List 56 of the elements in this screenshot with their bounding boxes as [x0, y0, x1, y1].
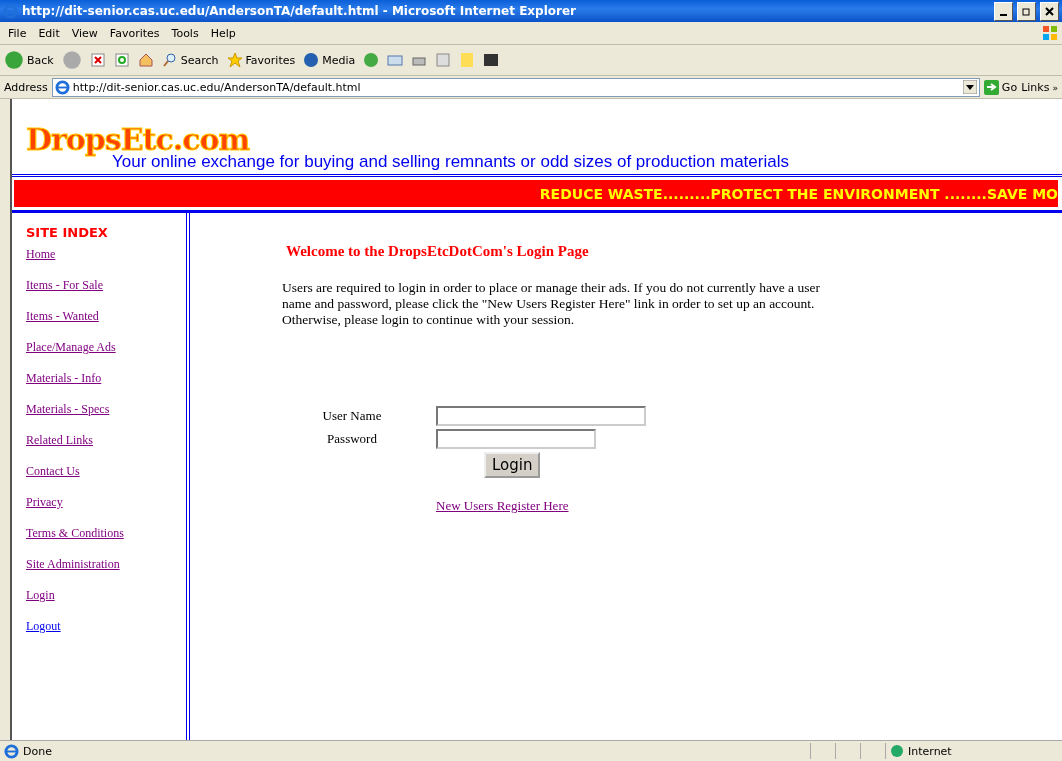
menu-item[interactable]: View [67, 26, 102, 40]
page-heading: Welcome to the DropsEtcDotCom's Login Page [286, 243, 590, 260]
home-icon[interactable] [137, 52, 154, 68]
star-icon[interactable] [226, 52, 243, 68]
sidebar-link[interactable]: Contact Us [26, 464, 186, 495]
menu-item[interactable]: Favorites [105, 26, 164, 40]
refresh-icon[interactable] [113, 52, 130, 68]
sidebar-link[interactable]: Items - For Sale [26, 278, 186, 309]
menu-item[interactable]: Edit [34, 26, 64, 40]
menu-item[interactable]: Tools [167, 26, 203, 40]
menu-item[interactable]: Help [206, 26, 240, 40]
windows-logo-icon [1042, 25, 1058, 41]
favorites-button[interactable]: Favorites [226, 52, 296, 68]
sidebar-link[interactable]: Related Links [26, 433, 186, 464]
sidebar-link[interactable]: Place/Manage Ads [26, 340, 186, 371]
menu-item[interactable]: File [4, 26, 31, 40]
back-button[interactable]: Back [4, 50, 54, 70]
intro-text: Users are required to login in order to place or manage their ads. If you do not currently have a user name and password, please click the "New Users Register Here" link in order to set up an account. Otherwise, please login to continue with your session. [282, 280, 821, 328]
dropdown-icon[interactable] [962, 80, 977, 94]
sidebar-link[interactable]: Terms & Conditions [26, 526, 186, 557]
go-button[interactable]: Go [983, 79, 1018, 95]
field-label: Password [326, 431, 378, 447]
address-field[interactable]: http://dit-senior.cas.uc.edu/AndersonTA/default.html [51, 77, 980, 97]
sidebar-link[interactable]: Home [26, 247, 186, 278]
restore-icon [1022, 6, 1031, 16]
sidebar-link[interactable]: Privacy [26, 495, 186, 526]
register-link[interactable]: New Users Register Here [436, 498, 1062, 514]
sidebar-link[interactable]: Materials - Specs [26, 402, 186, 433]
sidebar-link[interactable]: Items - Wanted [26, 309, 186, 340]
minimize-icon [1000, 13, 1007, 16]
zone-text: Internet [908, 744, 953, 758]
media-button[interactable]: Media [303, 52, 356, 68]
banner-text: REDUCE WASTE.........PROTECT THE ENVIRONMENT ........SAVE MO [539, 185, 1058, 202]
close-icon [1045, 6, 1054, 16]
search-button[interactable]: Search [161, 52, 219, 68]
window-title: http://dit-senior.cas.uc.edu/AndersonTA/default.html - Microsoft Internet Explorer [22, 4, 577, 18]
sidebar-link[interactable]: Materials - Info [26, 371, 186, 402]
sidebar-link[interactable]: Site Administration [26, 557, 186, 588]
page-icon [4, 743, 19, 759]
page-icon [54, 79, 70, 95]
site-tagline: Your online exchange for buying and selling remnants or odd sizes of production materials [112, 153, 790, 171]
password-field[interactable] [436, 429, 596, 449]
sidebar-title: SITE INDEX [26, 225, 109, 240]
minimize-button[interactable] [994, 1, 1013, 21]
address-text: http://dit-senior.cas.uc.edu/AndersonTA/default.html [72, 80, 362, 94]
sidebar-link[interactable]: Logout [26, 619, 186, 650]
login-button[interactable]: Login [484, 452, 541, 478]
field-label: User Name [321, 408, 383, 424]
restore-button[interactable] [1017, 1, 1036, 21]
status-text: Done [23, 744, 53, 758]
sidebar-link[interactable]: Login [26, 588, 186, 619]
stop-icon[interactable] [89, 52, 106, 68]
search-icon[interactable] [161, 52, 178, 68]
username-field[interactable] [436, 406, 646, 426]
address-label: Address [4, 80, 48, 94]
close-button[interactable] [1040, 1, 1059, 21]
